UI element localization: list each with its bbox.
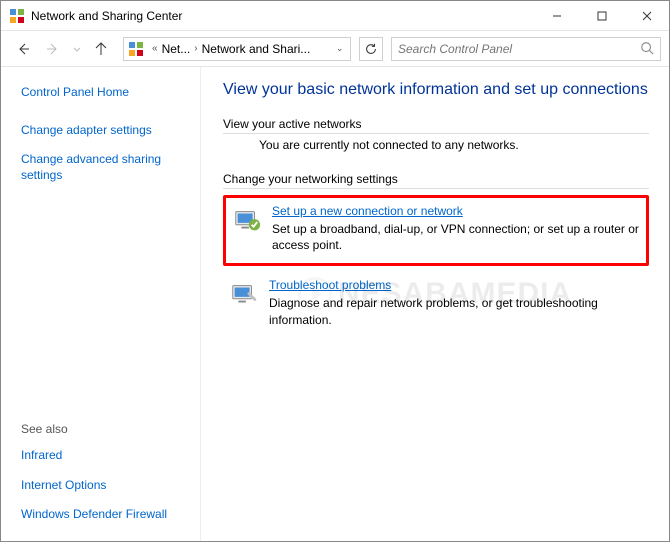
setup-connection-desc: Set up a broadband, dial-up, or VPN conn… xyxy=(272,221,640,253)
sidebar: Control Panel Home Change adapter settin… xyxy=(1,67,201,541)
search-input[interactable] xyxy=(396,41,640,57)
troubleshoot-link[interactable]: Troubleshoot problems xyxy=(269,278,391,292)
body: Control Panel Home Change adapter settin… xyxy=(1,67,669,541)
sidebar-advanced-link[interactable]: Change advanced sharing settings xyxy=(21,152,200,183)
address-bar[interactable]: « Net... › Network and Shari... ⌄ xyxy=(123,37,351,61)
search-icon[interactable] xyxy=(640,41,656,57)
close-button[interactable] xyxy=(624,1,669,30)
sidebar-infrared-link[interactable]: Infrared xyxy=(21,448,200,464)
chevron-left-icon[interactable]: « xyxy=(148,43,162,54)
active-networks-label: View your active networks xyxy=(223,117,649,131)
refresh-button[interactable] xyxy=(359,37,383,61)
main-pane: NESABAMEDIA View your basic network info… xyxy=(201,67,669,541)
breadcrumb-seg1[interactable]: Net... xyxy=(162,42,191,56)
titlebar: Network and Sharing Center xyxy=(1,1,669,31)
sidebar-internet-options-link[interactable]: Internet Options xyxy=(21,478,200,494)
network-center-icon xyxy=(9,8,25,24)
chevron-right-icon[interactable]: › xyxy=(190,43,201,54)
setup-connection-icon xyxy=(232,206,262,236)
troubleshoot-option[interactable]: Troubleshoot problems Diagnose and repai… xyxy=(223,272,649,337)
breadcrumb-seg2[interactable]: Network and Shari... xyxy=(202,42,332,56)
active-networks-msg: You are currently not connected to any n… xyxy=(259,138,649,160)
setup-connection-option[interactable]: Set up a new connection or network Set u… xyxy=(223,195,649,266)
recent-dropdown[interactable] xyxy=(69,35,85,63)
minimize-button[interactable] xyxy=(534,1,579,30)
sidebar-home-link[interactable]: Control Panel Home xyxy=(21,85,200,101)
troubleshoot-icon xyxy=(229,280,259,310)
forward-button[interactable] xyxy=(39,35,67,63)
sidebar-firewall-link[interactable]: Windows Defender Firewall xyxy=(21,507,200,523)
maximize-button[interactable] xyxy=(579,1,624,30)
page-heading: View your basic network information and … xyxy=(223,81,649,99)
troubleshoot-desc: Diagnose and repair network problems, or… xyxy=(269,295,643,327)
setup-connection-link[interactable]: Set up a new connection or network xyxy=(272,204,463,218)
change-settings-label: Change your networking settings xyxy=(223,172,649,186)
up-button[interactable] xyxy=(87,35,115,63)
address-dropdown-icon[interactable]: ⌄ xyxy=(332,43,348,54)
navbar: « Net... › Network and Shari... ⌄ xyxy=(1,31,669,67)
window-controls xyxy=(534,1,669,30)
back-button[interactable] xyxy=(9,35,37,63)
search-box[interactable] xyxy=(391,37,661,61)
see-also-label: See also xyxy=(21,422,200,436)
window-title: Network and Sharing Center xyxy=(31,9,534,23)
network-center-icon xyxy=(128,41,144,57)
sidebar-adapter-link[interactable]: Change adapter settings xyxy=(21,123,200,139)
